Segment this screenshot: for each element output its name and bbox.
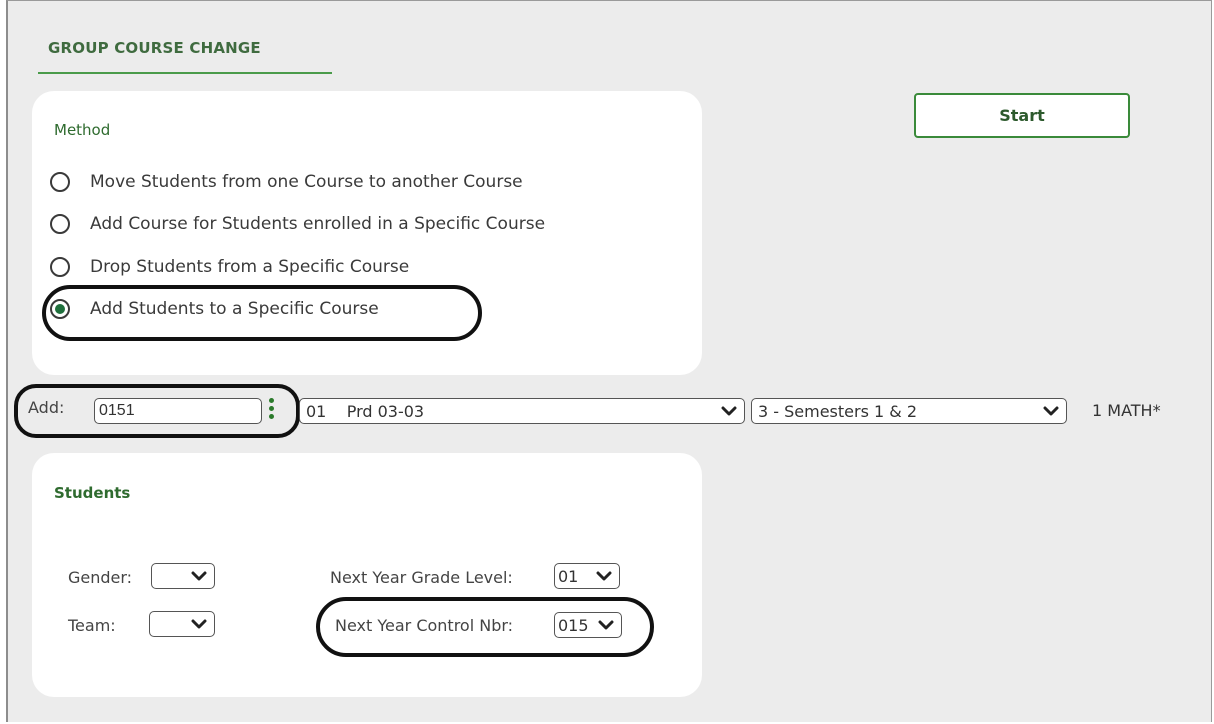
start-button[interactable]: Start bbox=[914, 93, 1130, 138]
section-select[interactable]: 01 Prd 03-03 bbox=[299, 398, 745, 424]
method-title: Method bbox=[54, 121, 111, 139]
highlight-ring-control bbox=[316, 597, 654, 657]
semester-select[interactable]: 3 - Semesters 1 & 2 bbox=[751, 398, 1067, 424]
group-course-change-panel: GROUP COURSE CHANGE Method Move Students… bbox=[6, 0, 1212, 722]
radio-option-drop-students[interactable]: Drop Students from a Specific Course bbox=[50, 257, 409, 277]
radio-icon[interactable] bbox=[50, 257, 70, 277]
radio-option-add-course[interactable]: Add Course for Students enrolled in a Sp… bbox=[50, 214, 545, 234]
tab-group-course-change[interactable]: GROUP COURSE CHANGE bbox=[48, 39, 261, 57]
chevron-down-icon bbox=[1042, 402, 1060, 420]
team-label: Team: bbox=[68, 616, 116, 635]
highlight-ring-add bbox=[14, 384, 300, 438]
radio-label: Move Students from one Course to another… bbox=[90, 172, 523, 192]
chevron-down-icon bbox=[190, 615, 208, 633]
students-title: Students bbox=[54, 484, 131, 502]
gender-select[interactable] bbox=[151, 563, 215, 589]
chevron-down-icon bbox=[720, 402, 738, 420]
section-select-value: 01 Prd 03-03 bbox=[306, 401, 425, 421]
course-title: 1 MATH* bbox=[1092, 401, 1161, 420]
next-year-grade-value: 01 bbox=[558, 566, 579, 586]
radio-icon[interactable] bbox=[50, 214, 70, 234]
radio-label: Drop Students from a Specific Course bbox=[90, 257, 410, 277]
next-year-grade-label: Next Year Grade Level: bbox=[330, 568, 513, 587]
chevron-down-icon bbox=[595, 567, 613, 585]
chevron-down-icon bbox=[190, 567, 208, 585]
highlight-ring-method bbox=[42, 285, 482, 341]
tab-active-underline bbox=[38, 72, 332, 74]
team-select[interactable] bbox=[149, 611, 215, 637]
radio-icon[interactable] bbox=[50, 172, 70, 192]
radio-label: Add Course for Students enrolled in a Sp… bbox=[90, 214, 546, 234]
semester-select-value: 3 - Semesters 1 & 2 bbox=[758, 401, 918, 421]
gender-label: Gender: bbox=[68, 568, 133, 587]
next-year-grade-select[interactable]: 01 bbox=[554, 563, 620, 589]
radio-option-move-students[interactable]: Move Students from one Course to another… bbox=[50, 172, 523, 192]
